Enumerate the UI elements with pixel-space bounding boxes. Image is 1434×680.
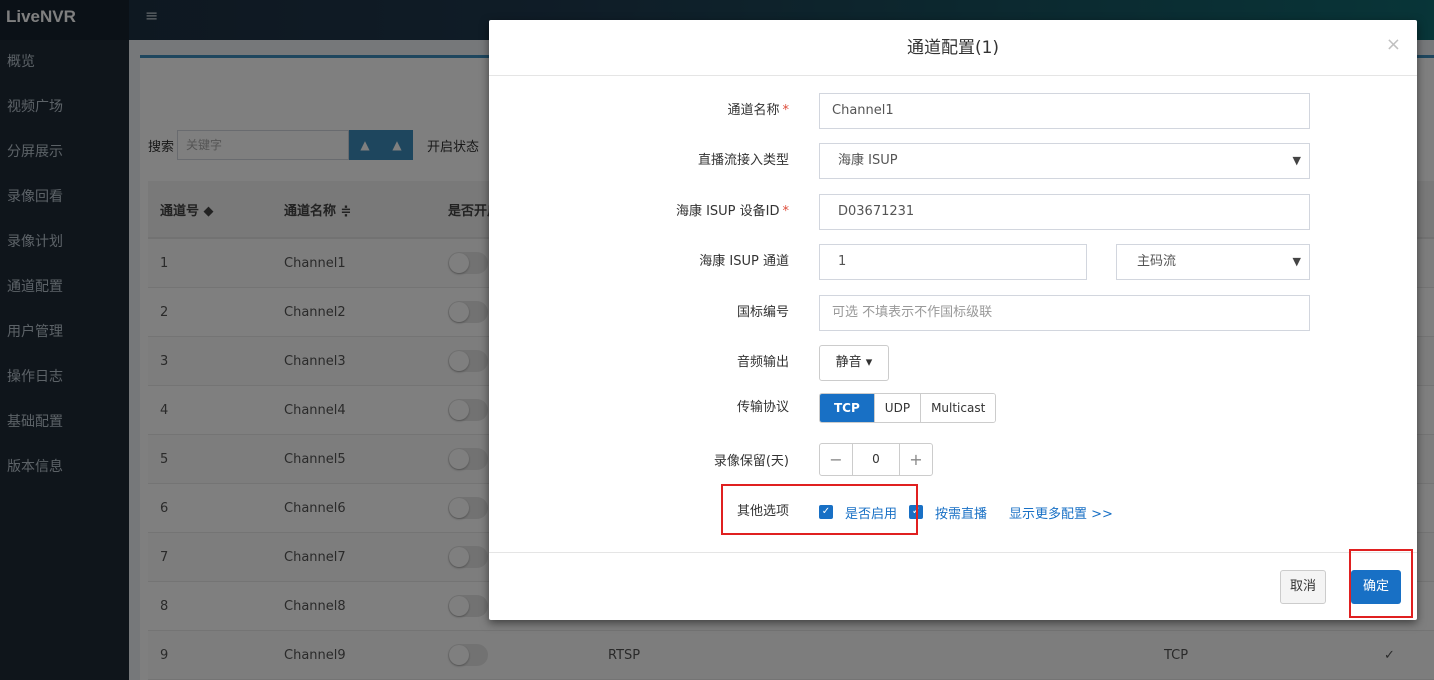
isup-channel-label: 海康 ISUP 通道 xyxy=(699,254,789,269)
audio-output-label: 音频输出 xyxy=(736,355,789,370)
gb-number-input[interactable]: 可选 不填表示不作国标级联 xyxy=(819,295,1310,331)
show-more-link[interactable]: 显示更多配置 >> xyxy=(1009,503,1113,522)
row-retention: 录像保留(天) − 0 + xyxy=(489,443,1417,479)
transport-segmented: TCP UDP Multicast xyxy=(819,393,997,423)
highlight-box-confirm xyxy=(1349,549,1413,618)
row-stream-type: 直播流接入类型 海康 ISUP ▼ xyxy=(489,143,1417,179)
cancel-button[interactable]: 取消 xyxy=(1280,570,1326,604)
row-other-options: 其他选项 ✓ 是否启用 ✓ 按需直播 显示更多配置 >> xyxy=(489,494,1417,530)
gb-number-label: 国标编号 xyxy=(736,305,789,320)
transport-multicast-button[interactable]: Multicast xyxy=(921,394,996,422)
transport-label: 传输协议 xyxy=(736,400,789,415)
audio-output-dropdown[interactable]: 静音 ▾ xyxy=(819,345,889,381)
modal-footer: 取消 确定 xyxy=(489,552,1417,620)
modal-title: 通道配置(1) xyxy=(906,38,1000,58)
channel-name-label: 通道名称 * xyxy=(727,103,789,118)
retention-value[interactable]: 0 xyxy=(852,444,900,475)
stream-quality-select[interactable]: 主码流 ▼ xyxy=(1116,244,1310,280)
transport-udp-button[interactable]: UDP xyxy=(874,394,922,422)
minus-icon[interactable]: − xyxy=(820,444,852,475)
row-audio-output: 音频输出 静音 ▾ xyxy=(489,345,1417,381)
ondemand-label[interactable]: 按需直播 xyxy=(935,503,987,522)
transport-tcp-button[interactable]: TCP xyxy=(820,394,875,422)
retention-stepper: − 0 + xyxy=(819,443,933,476)
device-id-label: 海康 ISUP 设备ID * xyxy=(675,204,789,219)
isup-channel-input[interactable]: 1 xyxy=(819,244,1087,280)
retention-label: 录像保留(天) xyxy=(713,454,789,469)
row-gb-number: 国标编号 可选 不填表示不作国标级联 xyxy=(489,295,1417,331)
row-transport: 传输协议 TCP UDP Multicast xyxy=(489,393,1417,429)
channel-config-modal: 通道配置(1) × 通道名称 * Channel1 直播流接入类型 海康 ISUP… xyxy=(489,20,1417,620)
chevron-down-icon: ▼ xyxy=(1292,255,1301,268)
plus-icon[interactable]: + xyxy=(900,444,932,475)
row-isup-channel: 海康 ISUP 通道 1 主码流 ▼ xyxy=(489,244,1417,280)
stream-type-select[interactable]: 海康 ISUP ▼ xyxy=(819,143,1310,179)
row-device-id: 海康 ISUP 设备ID * D03671231 xyxy=(489,194,1417,230)
chevron-down-icon: ▼ xyxy=(1292,154,1301,167)
stream-type-label: 直播流接入类型 xyxy=(697,153,789,168)
row-channel-name: 通道名称 * Channel1 xyxy=(489,93,1417,129)
channel-name-input[interactable]: Channel1 xyxy=(819,93,1310,129)
close-icon[interactable]: × xyxy=(1386,34,1401,55)
modal-header: 通道配置(1) × xyxy=(489,20,1417,76)
device-id-input[interactable]: D03671231 xyxy=(819,194,1310,230)
highlight-box xyxy=(721,484,918,535)
